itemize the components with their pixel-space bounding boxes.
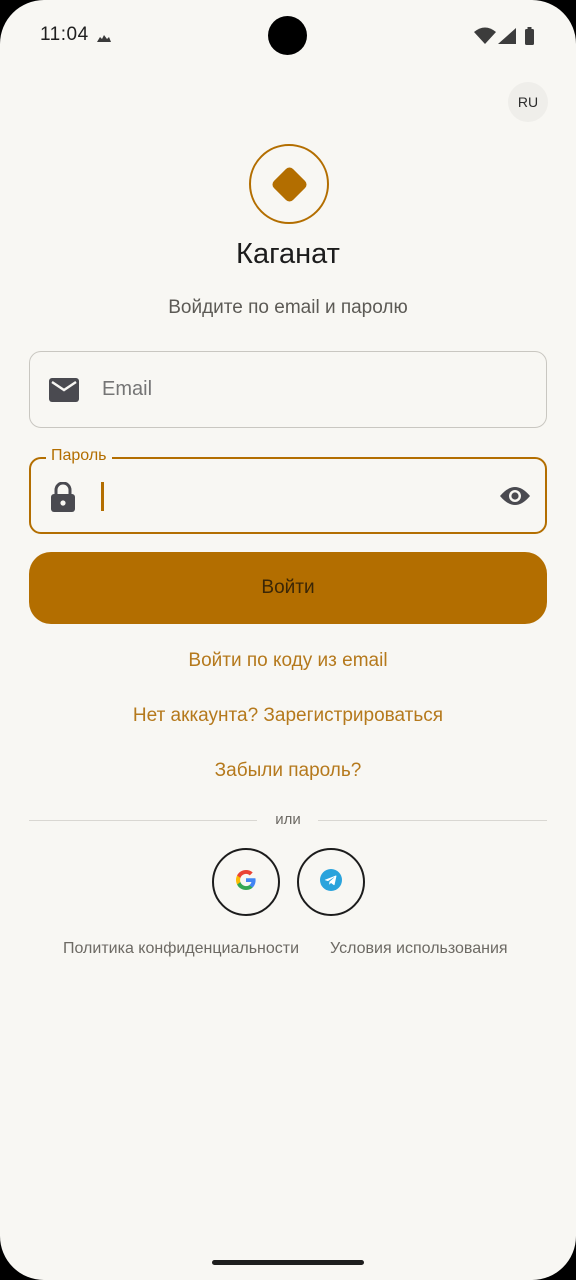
password-field[interactable]: Пароль xyxy=(29,445,547,534)
google-icon xyxy=(234,868,258,897)
wifi-icon xyxy=(474,27,496,44)
email-field[interactable] xyxy=(29,351,547,428)
mail-icon xyxy=(49,378,79,407)
telegram-login-button[interactable] xyxy=(297,848,365,916)
language-button[interactable]: RU xyxy=(508,82,548,122)
cloud-icon xyxy=(96,30,112,48)
lock-icon xyxy=(50,481,76,517)
password-label: Пароль xyxy=(46,445,112,467)
google-login-button[interactable] xyxy=(212,848,280,916)
login-screen: 11:04 RU Каганат Войдите по email и паро… xyxy=(0,0,576,1280)
home-indicator[interactable] xyxy=(212,1260,364,1265)
forgot-password-link[interactable]: Забыли пароль? xyxy=(0,760,576,782)
login-subtitle: Войдите по email и паролю xyxy=(168,297,408,318)
battery-icon xyxy=(525,27,534,45)
diamond-icon xyxy=(269,164,309,204)
text-cursor xyxy=(101,482,104,511)
front-camera xyxy=(268,16,307,55)
telegram-icon xyxy=(320,868,342,896)
signal-icon xyxy=(498,28,516,44)
code-login-link[interactable]: Войти по коду из email xyxy=(0,650,576,672)
eye-icon[interactable] xyxy=(499,486,531,511)
register-link[interactable]: Нет аккаунта? Зарегистрироваться xyxy=(0,705,576,727)
status-time: 11:04 xyxy=(40,24,89,45)
terms-link[interactable]: Условия использования xyxy=(330,940,508,958)
email-input[interactable] xyxy=(102,352,522,426)
divider-right xyxy=(318,820,547,821)
privacy-policy-link[interactable]: Политика конфиденциальности xyxy=(63,940,299,958)
status-icons xyxy=(474,26,540,51)
login-button[interactable]: Войти xyxy=(29,552,547,624)
app-title: Каганат xyxy=(236,238,340,270)
app-logo xyxy=(249,144,329,224)
